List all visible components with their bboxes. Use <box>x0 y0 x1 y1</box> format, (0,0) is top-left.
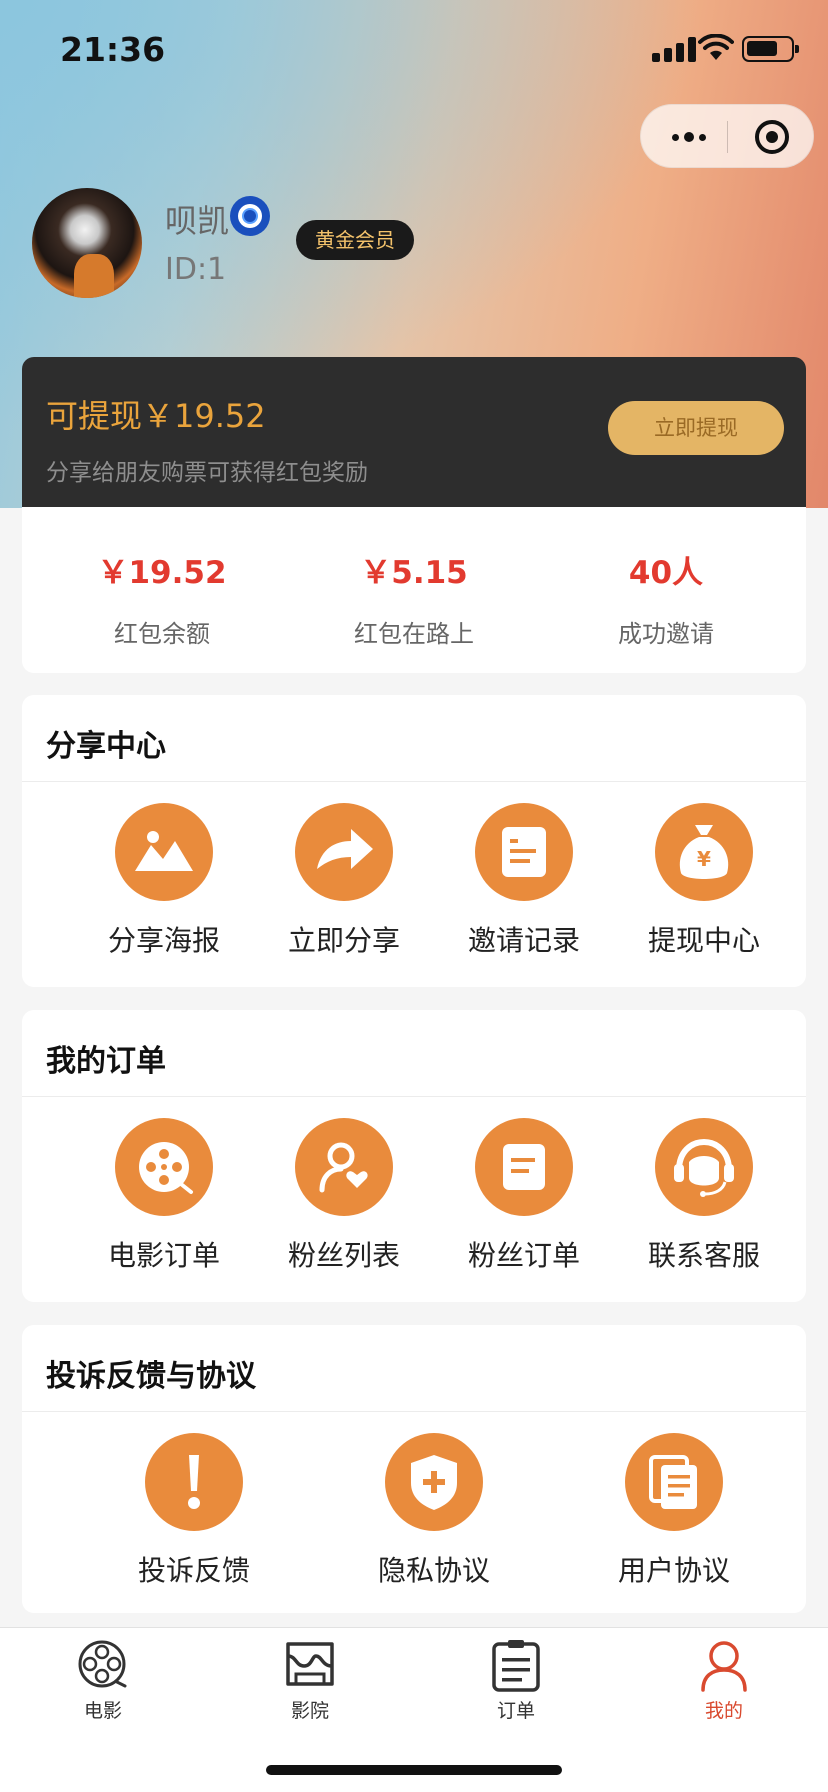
money-bag-icon: ¥ <box>655 803 753 901</box>
customer-service-icon <box>655 1118 753 1216</box>
stats-panel: ￥19.52 红包余额 ￥5.15 红包在路上 40人 成功邀请 <box>22 507 806 673</box>
tab-label: 订单 <box>496 1700 535 1722</box>
status-time: 21:36 <box>60 30 166 69</box>
privacy-agreement-button[interactable]: 隐私协议 <box>354 1433 514 1589</box>
nazar-eye-icon <box>230 196 270 236</box>
item-label: 粉丝订单 <box>467 1239 580 1272</box>
battery-icon <box>742 36 799 62</box>
tab-mine[interactable]: 我的 <box>654 1638 794 1723</box>
documents-icon <box>625 1433 723 1531</box>
stat-value: ￥5.15 <box>360 555 468 591</box>
withdraw-center-button[interactable]: ¥ 提现中心 <box>624 803 784 959</box>
contact-service-button[interactable]: 联系客服 <box>624 1118 784 1274</box>
item-label: 立即分享 <box>287 924 400 957</box>
stat-label: 成功邀请 <box>618 620 714 648</box>
my-orders-card: 我的订单 电影订单 粉丝列表 粉丝订单 联系客服 <box>22 1010 806 1302</box>
reward-hint: 分享给朋友购票可获得红包奖励 <box>46 460 368 486</box>
share-poster-button[interactable]: 分享海报 <box>84 803 244 959</box>
wifi-icon <box>698 34 734 60</box>
user-id: ID:1 <box>165 252 227 287</box>
tab-label: 我的 <box>704 1700 743 1722</box>
close-target-icon[interactable] <box>755 120 789 154</box>
movie-orders-button[interactable]: 电影订单 <box>84 1118 244 1274</box>
item-label: 投诉反馈 <box>137 1554 250 1587</box>
feedback-card: 投诉反馈与协议 投诉反馈 隐私协议 用户协议 <box>22 1325 806 1613</box>
order-icon <box>475 1118 573 1216</box>
share-center-card: 分享中心 分享海报 立即分享 邀请记录 ¥ 提现中心 <box>22 695 806 987</box>
stat-successful-invites[interactable]: 40人 成功邀请 <box>556 547 776 649</box>
tab-orders[interactable]: 订单 <box>446 1638 586 1723</box>
document-icon <box>475 803 573 901</box>
item-label: 用户协议 <box>617 1554 730 1587</box>
fan-user-icon <box>295 1118 393 1216</box>
withdraw-now-button[interactable]: 立即提现 <box>608 401 784 455</box>
stat-red-packet-balance[interactable]: ￥19.52 红包余额 <box>52 547 272 649</box>
user-agreement-button[interactable]: 用户协议 <box>594 1433 754 1589</box>
shield-plus-icon <box>385 1433 483 1531</box>
mini-program-capsule <box>640 104 814 168</box>
home-indicator <box>266 1765 562 1775</box>
section-title: 投诉反馈与协议 <box>46 1359 256 1394</box>
divider <box>22 781 806 782</box>
cellular-signal-icon <box>652 36 696 62</box>
stat-value: ￥19.52 <box>97 555 227 591</box>
withdrawable-amount: 可提现￥19.52 <box>46 397 266 435</box>
section-title: 分享中心 <box>46 729 166 764</box>
more-menu-icon[interactable] <box>665 125 713 149</box>
tab-cinemas[interactable]: 影院 <box>240 1638 380 1723</box>
invite-records-button[interactable]: 邀请记录 <box>444 803 604 959</box>
fan-list-button[interactable]: 粉丝列表 <box>264 1118 424 1274</box>
divider <box>22 1411 806 1412</box>
image-icon <box>115 803 213 901</box>
stat-red-packet-pending[interactable]: ￥5.15 红包在路上 <box>304 547 524 649</box>
share-now-button[interactable]: 立即分享 <box>264 803 424 959</box>
tab-label: 影院 <box>290 1700 329 1722</box>
divider <box>22 1096 806 1097</box>
user-icon <box>701 1641 747 1692</box>
stat-label: 红包在路上 <box>354 620 474 648</box>
stat-value: 40人 <box>628 555 704 591</box>
stat-label: 红包余额 <box>114 620 210 648</box>
tab-label: 电影 <box>83 1700 122 1722</box>
item-label: 电影订单 <box>107 1239 220 1272</box>
wallet-card: 可提现￥19.52 分享给朋友购票可获得红包奖励 立即提现 <box>22 357 806 507</box>
film-reel-icon <box>115 1118 213 1216</box>
fan-orders-button[interactable]: 粉丝订单 <box>444 1118 604 1274</box>
item-label: 提现中心 <box>647 924 760 957</box>
avatar[interactable] <box>32 188 142 298</box>
tab-movies[interactable]: 电影 <box>33 1638 173 1723</box>
username: 呗凯 <box>165 202 230 240</box>
exclamation-icon <box>145 1433 243 1531</box>
svg-text:¥: ¥ <box>697 847 711 871</box>
complaint-feedback-button[interactable]: 投诉反馈 <box>114 1433 274 1589</box>
film-reel-icon <box>78 1640 127 1688</box>
share-arrow-icon <box>295 803 393 901</box>
item-label: 联系客服 <box>647 1239 760 1272</box>
item-label: 粉丝列表 <box>287 1239 400 1272</box>
item-label: 邀请记录 <box>467 924 580 957</box>
item-label: 隐私协议 <box>377 1554 490 1587</box>
cinema-icon <box>286 1642 334 1686</box>
member-level-badge: 黄金会员 <box>296 220 414 260</box>
item-label: 分享海报 <box>107 924 220 957</box>
section-title: 我的订单 <box>46 1044 166 1079</box>
clipboard-icon <box>492 1640 540 1692</box>
status-bar: 21:36 <box>0 0 828 100</box>
